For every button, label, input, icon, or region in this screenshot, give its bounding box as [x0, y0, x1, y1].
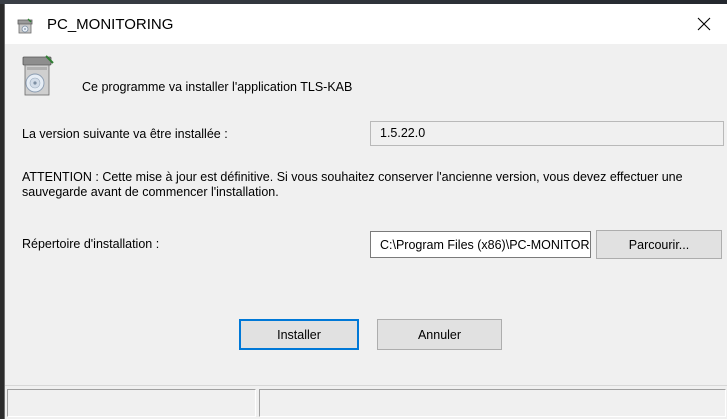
version-field: 1.5.22.0: [370, 121, 724, 146]
status-panel-right: [259, 389, 726, 417]
status-bar: [5, 385, 727, 419]
close-button[interactable]: [681, 4, 727, 44]
intro-text: Ce programme va installer l'application …: [82, 80, 353, 94]
install-directory-input[interactable]: [370, 231, 591, 258]
status-panel-left: [7, 389, 256, 417]
warning-text: ATTENTION : Cette mise à jour est défini…: [22, 170, 683, 199]
browse-button[interactable]: Parcourir...: [596, 230, 722, 259]
installer-window: PC_MONITORING Ce programme va installer …: [4, 4, 727, 419]
setup-disc-icon: [22, 55, 54, 96]
window-title: PC_MONITORING: [47, 16, 174, 33]
title-bar[interactable]: PC_MONITORING: [5, 4, 727, 44]
cancel-button[interactable]: Annuler: [377, 319, 502, 350]
install-directory-label: Répertoire d'installation :: [22, 237, 160, 251]
install-button[interactable]: Installer: [239, 319, 359, 350]
close-icon: [697, 17, 711, 31]
installer-app-icon: [17, 18, 33, 34]
version-label: La version suivante va être installée :: [22, 127, 228, 141]
